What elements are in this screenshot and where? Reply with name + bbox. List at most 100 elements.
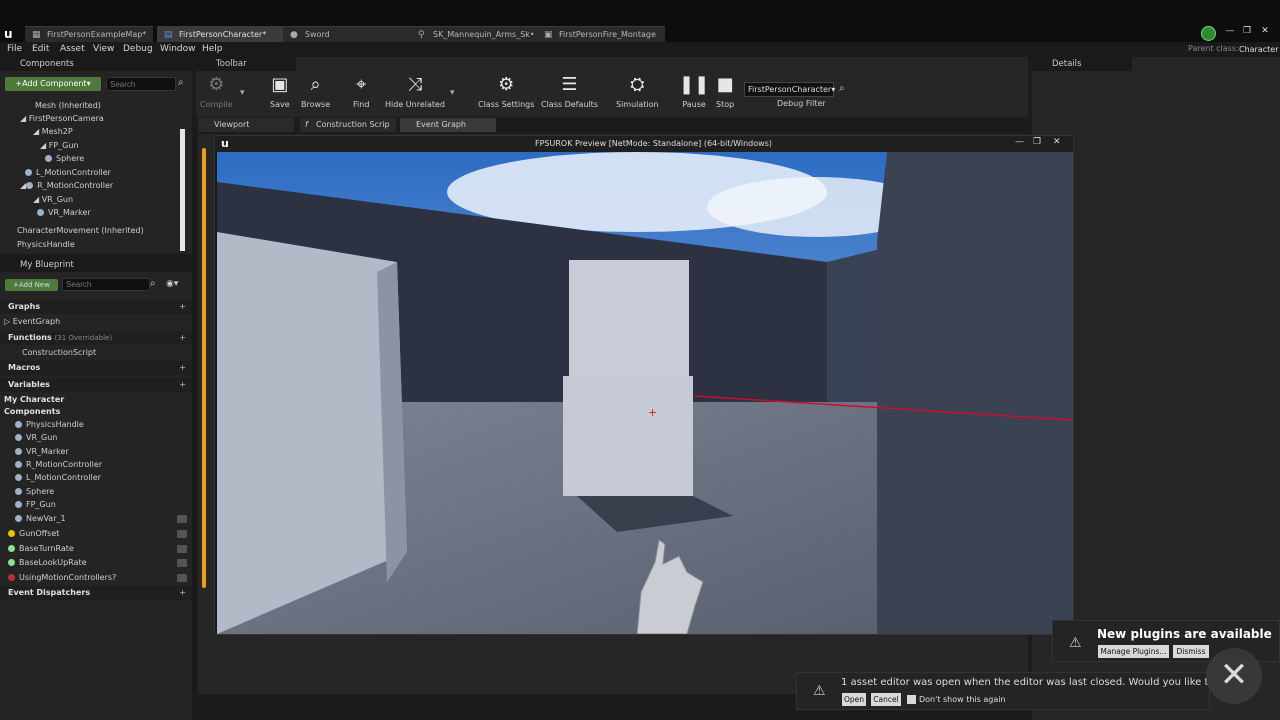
visibility-toggle-icon[interactable]	[177, 530, 187, 538]
menu-file[interactable]: File	[7, 44, 22, 54]
add-new-button[interactable]: +Add New	[5, 279, 58, 291]
game-viewport[interactable]: +	[217, 152, 1073, 634]
graphs-section[interactable]: Graphs +	[0, 300, 192, 314]
var-vr-marker[interactable]: VR_Marker	[15, 447, 69, 456]
visibility-toggle-icon[interactable]	[177, 545, 187, 553]
my-blueprint-panel: My Blueprint +Add New ⌕ ◉▾ Graphs+ ▷ Eve…	[0, 258, 192, 720]
variables-section[interactable]: Variables +	[0, 378, 192, 392]
my-character-category[interactable]: My Character	[4, 395, 64, 404]
add-graph-button[interactable]: +	[179, 300, 186, 314]
functions-section[interactable]: Functions (31 Overridable) +	[0, 331, 192, 345]
add-function-button[interactable]: +	[179, 331, 186, 345]
search-icon: ⌕	[150, 278, 156, 289]
debug-object-select[interactable]: FirstPersonCharacter▾	[744, 82, 835, 97]
add-event-dispatcher-button[interactable]: +	[179, 586, 186, 600]
simulation-button[interactable]: ⛭ Simulation	[616, 74, 659, 109]
cancel-button[interactable]: Cancel	[871, 693, 901, 706]
preview-maximize-button[interactable]: ❐	[1033, 137, 1041, 147]
browse-button[interactable]: ⌕ Browse	[301, 74, 330, 109]
var-fp-gun[interactable]: FP_Gun	[15, 500, 56, 509]
sphere-icon: ●	[290, 30, 298, 40]
add-variable-button[interactable]: +	[179, 378, 186, 392]
maximize-button[interactable]: ❐	[1239, 26, 1255, 38]
preview-window[interactable]: u FPSUROK Preview [NetMode: Standalone] …	[214, 135, 1074, 635]
menu-window[interactable]: Window	[160, 44, 196, 54]
tab-sk-mannequin[interactable]: ⚲ SK_Mannequin_Arms_Sk•	[411, 26, 537, 42]
manage-plugins-button[interactable]: Manage Plugins...	[1098, 645, 1169, 658]
var-l-motioncontroller[interactable]: L_MotionController	[15, 473, 101, 482]
var-gunoffset[interactable]: GunOffset	[8, 529, 59, 538]
class-defaults-button[interactable]: ☰ Class Defaults	[541, 74, 598, 109]
var-baseturnrate[interactable]: BaseTurnRate	[8, 544, 74, 553]
var-sphere[interactable]: Sphere	[15, 487, 54, 496]
tab-firstpersonexamplemap[interactable]: ▦ FirstPersonExampleMap*	[25, 26, 153, 42]
component-physicshandle[interactable]: PhysicsHandle	[17, 240, 75, 249]
component-mesh2p[interactable]: ◢ Mesh2P	[33, 127, 73, 136]
components-search-input[interactable]	[106, 77, 176, 91]
preview-minimize-button[interactable]: —	[1015, 137, 1024, 147]
source-control-icon[interactable]	[1201, 26, 1216, 41]
hide-unrelated-button[interactable]: ⤨ Hide Unrelated	[385, 74, 445, 109]
component-vr-gun[interactable]: ◢ VR_Gun	[33, 195, 73, 204]
tab-construction-script[interactable]: f Construction Scrip	[300, 118, 396, 132]
visibility-toggle-icon[interactable]	[177, 574, 187, 582]
component-sphere[interactable]: Sphere	[45, 154, 84, 163]
component-fp-gun[interactable]: ◢ FP_Gun	[40, 141, 78, 150]
component-r-motioncontroller[interactable]: ◢ R_MotionController	[20, 181, 113, 190]
var-usingmotioncontrollers[interactable]: UsingMotionControllers?	[8, 573, 116, 582]
components-panel: Components +Add Component▾ ⌕ Mesh (Inher…	[0, 57, 192, 254]
parent-class-link[interactable]: Character	[1239, 45, 1279, 54]
component-firstpersoncamera[interactable]: ◢ FirstPersonCamera	[20, 114, 104, 123]
add-component-button[interactable]: +Add Component▾	[5, 77, 101, 91]
tab-firstpersonfire-montage[interactable]: ▣ FirstPersonFire_Montage	[537, 26, 665, 42]
debug-search-icon[interactable]: ⌕	[839, 83, 845, 94]
menu-help[interactable]: Help	[202, 44, 223, 54]
tab-firstpersoncharacter[interactable]: ▤ FirstPersonCharacter*	[157, 26, 283, 42]
components-category[interactable]: Components	[4, 407, 60, 416]
dismiss-button[interactable]: Dismiss	[1173, 645, 1209, 658]
stop-button[interactable]: ■ Stop	[716, 74, 734, 109]
minimize-button[interactable]: —	[1222, 26, 1238, 38]
preview-close-button[interactable]: ✕	[1053, 137, 1061, 147]
macros-section[interactable]: Macros +	[0, 361, 192, 375]
var-newvar-1[interactable]: NewVar_1	[15, 514, 66, 523]
save-button[interactable]: ▣ Save	[270, 74, 290, 109]
component-mesh[interactable]: Mesh (Inherited)	[35, 101, 101, 110]
compile-button[interactable]: ⚙ Compile	[200, 74, 233, 109]
dont-show-label: Don't show this again	[919, 695, 1006, 704]
my-blueprint-header: My Blueprint	[0, 258, 192, 272]
tab-viewport[interactable]: Viewport	[198, 118, 294, 132]
component-l-motioncontroller[interactable]: L_MotionController	[25, 168, 111, 177]
event-graph-item[interactable]: ▷ EventGraph	[4, 317, 60, 326]
crosshair-icon: +	[648, 406, 657, 419]
close-button[interactable]: ✕	[1257, 26, 1273, 38]
var-r-motioncontroller[interactable]: R_MotionController	[15, 460, 102, 469]
add-macro-button[interactable]: +	[179, 361, 186, 375]
menu-debug[interactable]: Debug	[123, 44, 153, 54]
class-settings-button[interactable]: ⚙ Class Settings	[478, 74, 534, 109]
menu-edit[interactable]: Edit	[32, 44, 49, 54]
tab-event-graph[interactable]: Event Graph	[400, 118, 496, 132]
event-dispatchers-section[interactable]: Event Dispatchers +	[0, 586, 192, 600]
compile-options-dropdown[interactable]: ▾	[240, 88, 245, 98]
menu-view[interactable]: View	[93, 44, 114, 54]
pause-button[interactable]: ❚❚ Pause	[679, 74, 709, 109]
component-vr-marker[interactable]: VR_Marker	[37, 208, 91, 217]
dont-show-checkbox[interactable]	[907, 695, 916, 704]
var-baselookuprate[interactable]: BaseLookUpRate	[8, 558, 87, 567]
component-charactermovement[interactable]: CharacterMovement (Inherited)	[17, 226, 144, 235]
open-button[interactable]: Open	[842, 693, 866, 706]
tab-sword[interactable]: ● Sword	[283, 26, 411, 42]
menu-asset[interactable]: Asset	[60, 44, 85, 54]
var-physicshandle[interactable]: PhysicsHandle	[15, 420, 84, 429]
hide-unrelated-dropdown[interactable]: ▾	[450, 88, 455, 98]
visibility-toggle-icon[interactable]	[177, 559, 187, 567]
components-scrollbar[interactable]	[180, 129, 185, 251]
find-button[interactable]: ⌖ Find	[353, 74, 369, 109]
blueprint-search-input[interactable]	[62, 278, 150, 291]
construction-script-item[interactable]: ConstructionScript	[22, 348, 96, 357]
var-vr-gun[interactable]: VR_Gun	[15, 433, 57, 442]
visibility-icon[interactable]: ◉▾	[166, 279, 178, 289]
search-icon: ⌕	[178, 77, 184, 88]
visibility-toggle-icon[interactable]	[177, 515, 187, 523]
